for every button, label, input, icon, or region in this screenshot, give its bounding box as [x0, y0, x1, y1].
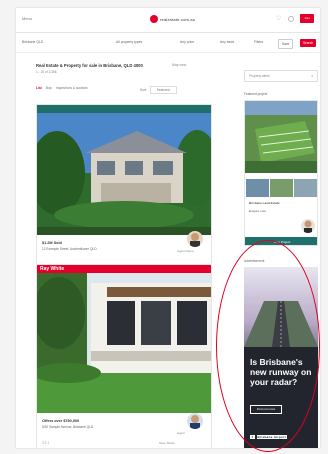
- project-enquire-link[interactable]: Enquire now: [249, 209, 266, 213]
- listing-address[interactable]: 5/20 Sample Avenue, Brisbane QLD: [42, 425, 122, 429]
- project-agent-avatar: [301, 219, 315, 233]
- project-aerial-photo[interactable]: [245, 101, 318, 173]
- project-thumbnail-row[interactable]: [245, 178, 318, 198]
- top-navigation: Menu realestate.com.au ♡ Join: [16, 8, 320, 33]
- agent-name: Agent Name: [177, 249, 194, 253]
- agent-avatar[interactable]: [187, 231, 203, 247]
- project-name[interactable]: Brisbane Land Estate: [249, 201, 280, 205]
- listing-photo[interactable]: [33, 273, 211, 413]
- view-project-button[interactable]: View Project: [245, 237, 317, 245]
- favourites-icon[interactable]: ♡: [276, 16, 281, 22]
- view-tabs: List Map Inspections & auctions: [36, 86, 88, 90]
- listing-card[interactable]: Ray White Offers over $780,000 5/20 Samp…: [33, 264, 212, 448]
- agent-name: Agent: [177, 431, 185, 435]
- agent-avatar[interactable]: [187, 413, 203, 429]
- advertisement-banner[interactable]: Is Brisbane's new runway on your radar? …: [244, 267, 318, 448]
- agency-brand-bar: [37, 105, 211, 113]
- listing-actions[interactable]: Save Share: [159, 441, 175, 445]
- chevron-down-icon: ▾: [311, 74, 313, 78]
- featured-project-heading: Featured project: [244, 92, 268, 96]
- sort-dropdown[interactable]: Featured: [149, 86, 177, 94]
- listing-card[interactable]: $1.2M Sold 12 Example Street, Auchenflow…: [29, 104, 219, 288]
- listing-price: Offers over $780,000: [42, 419, 80, 423]
- join-button[interactable]: Join: [300, 14, 314, 23]
- sort-control: Sort: Featured: [140, 86, 177, 94]
- agency-logo: Ray White: [40, 266, 65, 272]
- results-title: Real Estate & Property for sale in Brisb…: [36, 63, 143, 68]
- ad-cta-button[interactable]: Find out more: [250, 405, 282, 414]
- location-field[interactable]: Brisbane QLD: [22, 40, 43, 44]
- more-filters-button[interactable]: Filters: [254, 40, 263, 44]
- tab-inspections[interactable]: Inspections & auctions: [56, 86, 88, 90]
- listing-price: $1.2M Sold: [42, 241, 62, 245]
- user-icon[interactable]: [288, 16, 294, 22]
- save-search-button[interactable]: Save: [278, 39, 294, 49]
- price-dropdown[interactable]: Any price: [180, 40, 194, 44]
- agency-brand-bar: Ray White: [37, 265, 211, 273]
- listing-features: 3 2 1: [42, 441, 50, 445]
- ad-brand-name: Brisbane Airport: [256, 435, 287, 439]
- results-count: 1 - 20 of 2,356: [36, 70, 57, 74]
- listing-address[interactable]: 12 Example Street, Auchenflower QLD: [42, 247, 122, 251]
- logo-mark-icon: [150, 15, 158, 23]
- ad-label: Advertisement: [244, 259, 265, 263]
- tab-list[interactable]: List: [36, 86, 42, 90]
- beds-dropdown[interactable]: Any beds: [220, 40, 234, 44]
- alerts-dropdown-label: Property alerts: [249, 74, 270, 78]
- sort-label: Sort:: [140, 88, 147, 92]
- tab-map[interactable]: Map: [46, 86, 52, 90]
- map-view-link[interactable]: Map view: [172, 63, 186, 67]
- property-type-dropdown[interactable]: All property types: [116, 40, 142, 44]
- search-button[interactable]: Search: [300, 39, 317, 47]
- logo-text: realestate.com.au: [160, 16, 196, 22]
- ad-brand-logo: ✈ Brisbane Airport: [250, 435, 287, 439]
- site-logo[interactable]: realestate.com.au: [150, 15, 195, 23]
- ad-headline: Is Brisbane's new runway on your radar?: [250, 357, 312, 387]
- featured-project-card[interactable]: Brisbane Land Estate Enquire now View Pr…: [244, 100, 318, 246]
- search-filter-bar: Brisbane QLD All property types Any pric…: [16, 34, 320, 53]
- page-frame: Menu realestate.com.au ♡ Join Brisbane Q…: [16, 8, 320, 448]
- alerts-dropdown[interactable]: Property alerts ▾: [244, 70, 318, 82]
- menu-button[interactable]: Menu: [22, 16, 32, 21]
- airport-plane-icon: ✈: [250, 435, 255, 439]
- listing-photo[interactable]: [29, 113, 219, 235]
